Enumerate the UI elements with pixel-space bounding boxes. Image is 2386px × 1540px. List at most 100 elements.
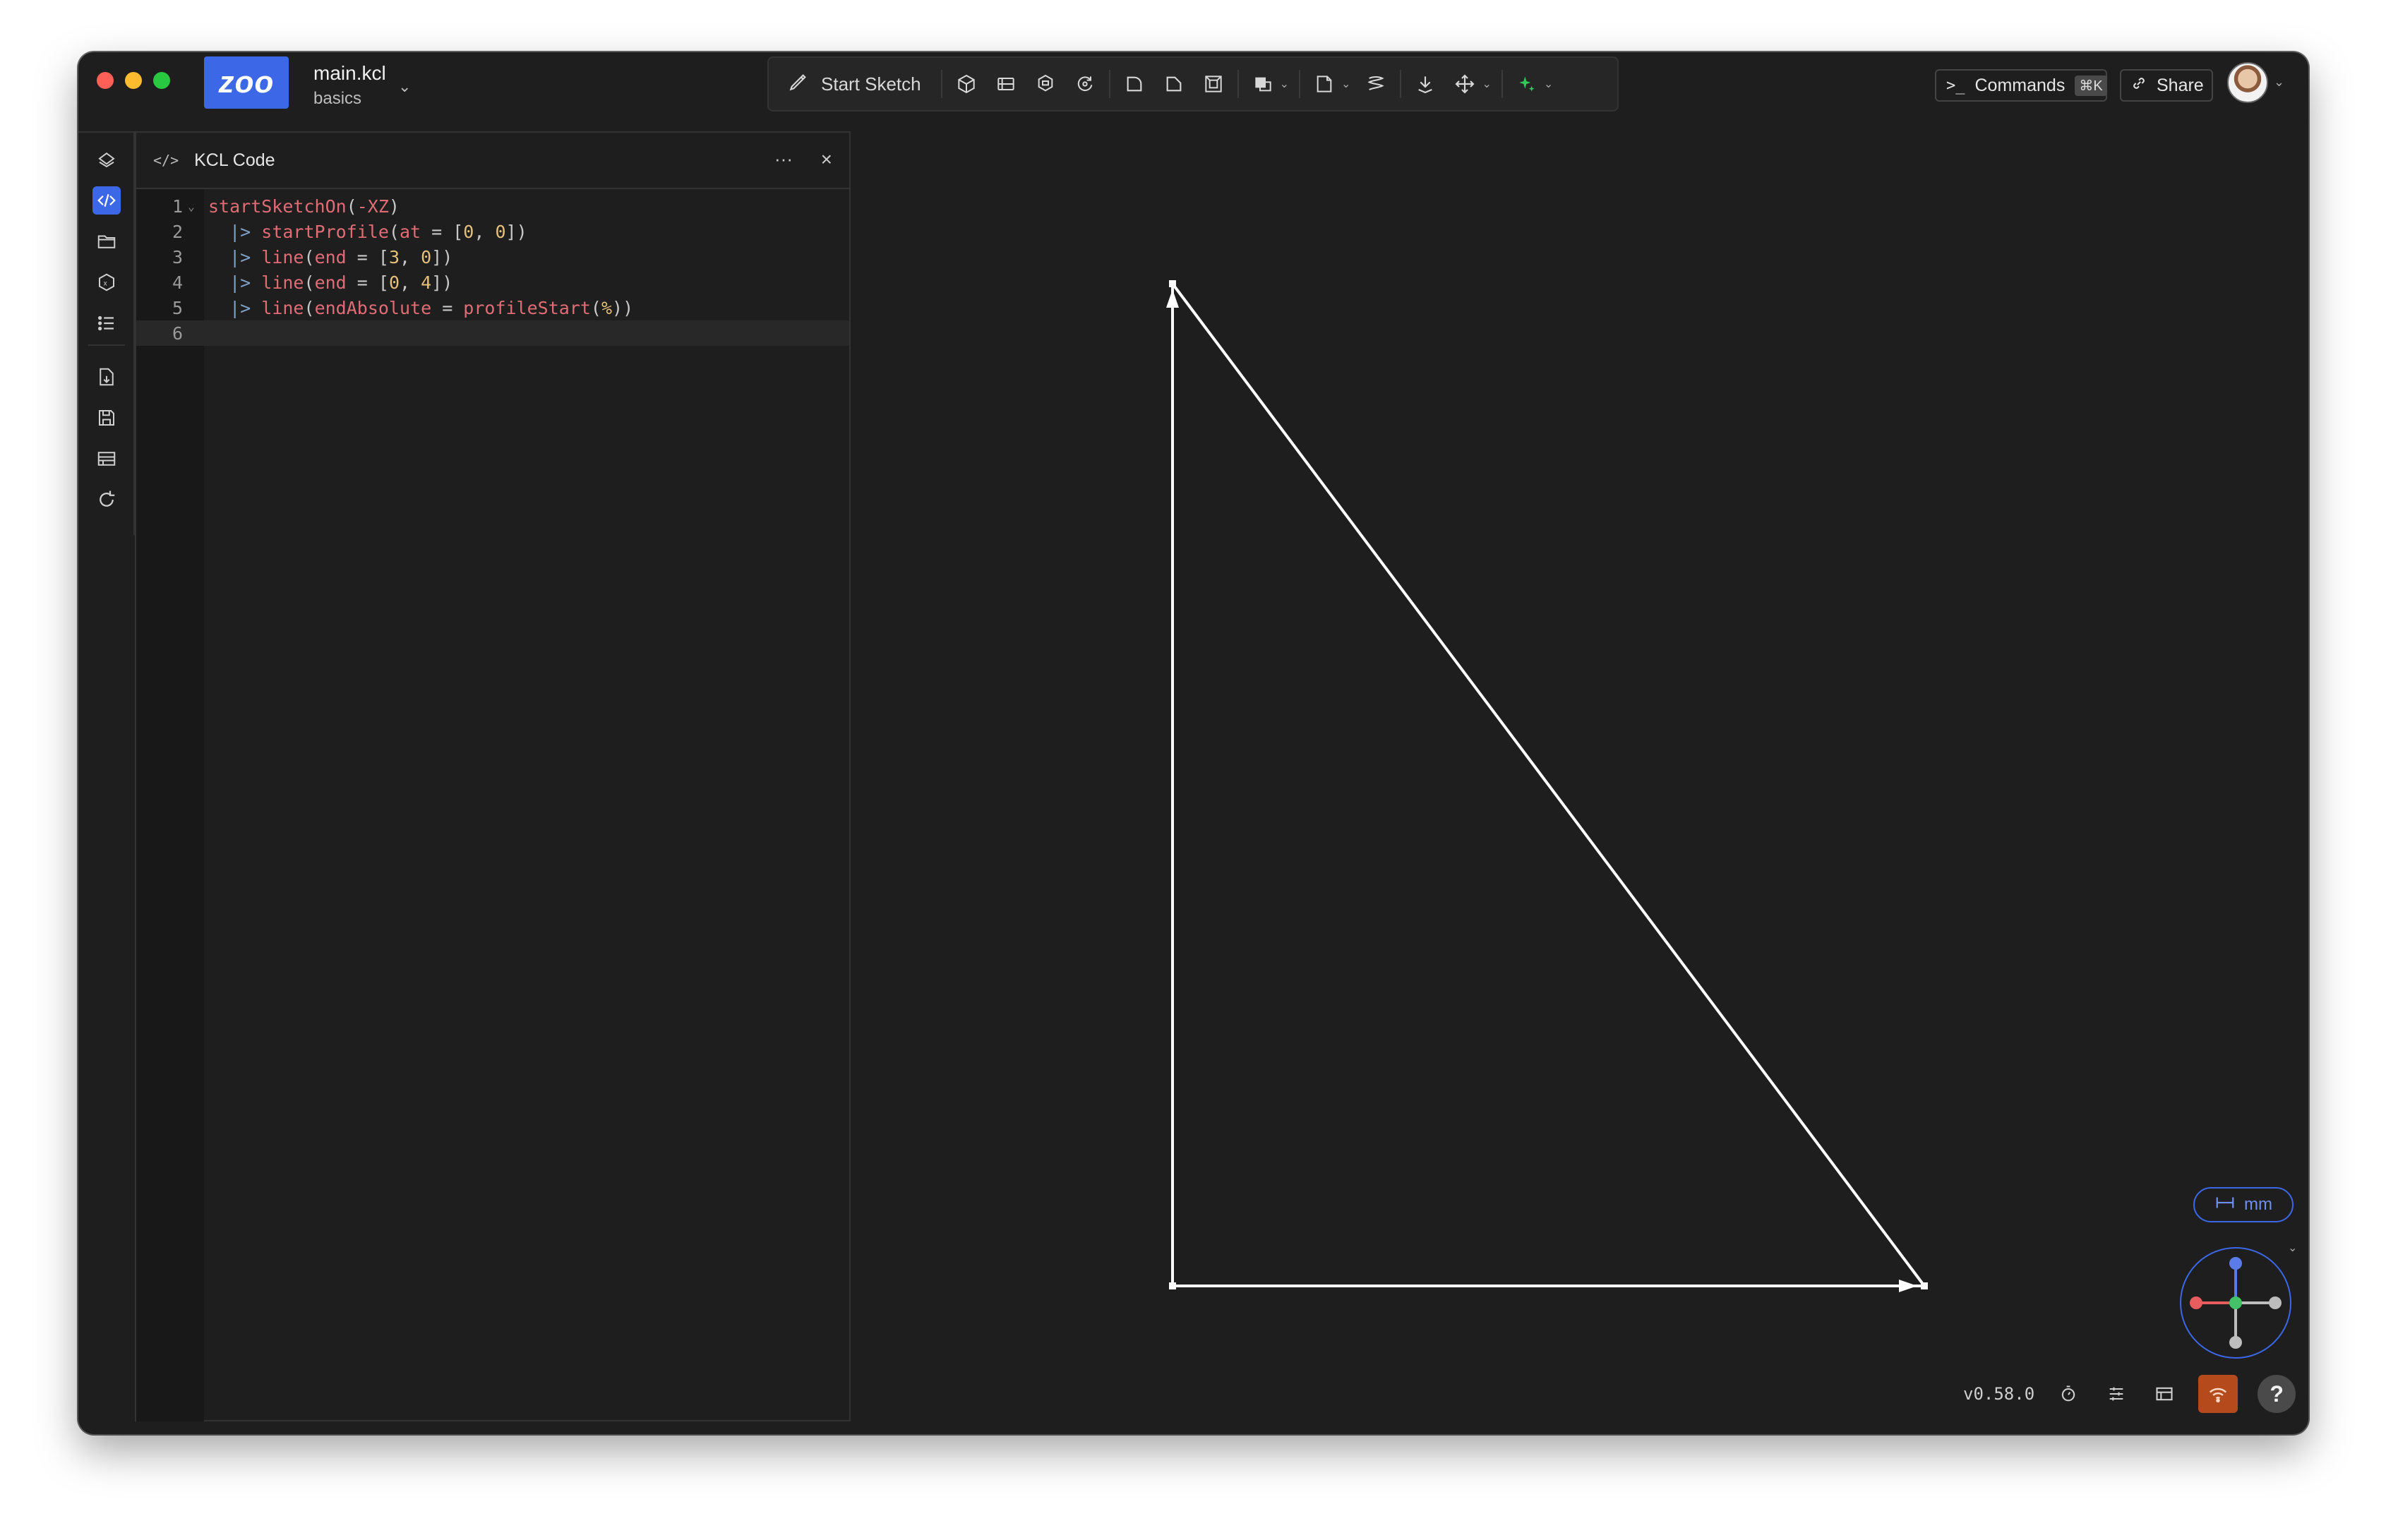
app-logo[interactable]: zoo	[204, 56, 289, 109]
plane-icon[interactable]	[1305, 64, 1344, 104]
close-panel-button[interactable]: ×	[821, 148, 832, 171]
text-to-cad-icon[interactable]	[1507, 64, 1547, 104]
boolean-icon[interactable]	[1243, 64, 1283, 104]
sketch-vertex-handle[interactable]	[1169, 280, 1176, 287]
manage-icon[interactable]	[92, 445, 121, 473]
chevron-down-icon[interactable]: ⌄	[398, 78, 411, 96]
sweep-icon[interactable]	[986, 64, 1026, 104]
chamfer-icon[interactable]	[1154, 64, 1194, 104]
line-gutter	[136, 189, 204, 1421]
layout-icon[interactable]	[2150, 1380, 2178, 1408]
code-icon[interactable]	[92, 186, 121, 215]
code-token: |>	[229, 297, 251, 318]
logs-icon[interactable]	[92, 309, 121, 337]
panel-title: KCL Code	[194, 150, 275, 170]
code-token: |>	[229, 246, 251, 267]
segment-direction-arrow	[1166, 289, 1179, 308]
terminal-icon: >_	[1946, 76, 1965, 95]
fold-chevron-icon[interactable]: ⌄	[183, 200, 200, 213]
gizmo-handle-neg-x[interactable]	[2269, 1297, 2282, 1309]
code-token: 0	[388, 272, 400, 293]
version-label: v0.58.0	[1963, 1384, 2035, 1404]
files-icon[interactable]	[92, 227, 121, 255]
line-number: 3	[172, 246, 183, 267]
refresh-icon[interactable]	[92, 486, 121, 514]
revolve-icon[interactable]	[1065, 64, 1105, 104]
line-number: 2	[172, 221, 183, 242]
toolbar-divider	[940, 70, 942, 98]
sketch-vertex-handle[interactable]	[1921, 1282, 1928, 1289]
chevron-down-icon[interactable]: ⌄	[1280, 77, 1289, 91]
commands-button[interactable]: >_ Commands ⌘K	[1935, 69, 2107, 102]
units-label: mm	[2244, 1195, 2272, 1214]
code-token: [	[378, 246, 389, 267]
code-line[interactable]: 4 |> line(end = [0, 4])	[136, 270, 849, 295]
code-line[interactable]: 5 |> line(endAbsolute = profileStart(%))	[136, 295, 849, 320]
code-line[interactable]: 1 ⌄ startSketchOn(-XZ)	[136, 193, 849, 219]
units-button[interactable]: mm	[2193, 1187, 2294, 1222]
sketch-canvas[interactable]	[851, 131, 2308, 1434]
code-token: line	[261, 272, 304, 293]
shell-icon[interactable]	[1194, 64, 1233, 104]
fillet-icon[interactable]	[1115, 64, 1154, 104]
code-token: [	[378, 272, 389, 293]
panel-header: </> KCL Code ··· ×	[136, 133, 849, 189]
maximize-window-button[interactable]	[153, 72, 170, 89]
close-window-button[interactable]	[97, 72, 114, 89]
chevron-down-icon[interactable]: ⌄	[2288, 1241, 2297, 1255]
chevron-down-icon[interactable]: ⌄	[1544, 77, 1553, 91]
code-token: ]	[505, 221, 517, 242]
feature-tree-icon[interactable]	[92, 145, 121, 174]
toolbar-divider	[1108, 70, 1110, 98]
code-token: ]	[431, 246, 443, 267]
code-token: endAbsolute	[314, 297, 432, 318]
orientation-gizmo[interactable]	[2178, 1245, 2294, 1361]
export-icon[interactable]	[92, 363, 121, 391]
network-health-button[interactable]	[2198, 1375, 2238, 1413]
gizmo-handle-neg-z[interactable]	[2229, 1336, 2242, 1349]
3d-viewport[interactable]	[851, 131, 2308, 1434]
code-token: end	[314, 272, 347, 293]
chevron-down-icon[interactable]: ⌄	[1341, 77, 1350, 91]
gizmo-handle-z[interactable]	[2229, 1257, 2242, 1270]
code-token: 0	[421, 246, 432, 267]
modeling-toolbar: Start Sketch ⌄ ⌄ ⌄ ⌄	[767, 56, 1619, 112]
code-token: [	[452, 221, 464, 242]
code-token: line	[261, 246, 304, 267]
loft-icon[interactable]	[1026, 64, 1065, 104]
code-editor[interactable]: 1 ⌄ startSketchOn(-XZ) 2 |> startProfile…	[136, 189, 849, 1421]
start-sketch-button[interactable]: Start Sketch	[783, 64, 937, 104]
variables-icon[interactable]: x	[92, 268, 121, 296]
toolbar-divider	[1237, 70, 1239, 98]
code-line[interactable]: 2 |> startProfile(at = [0, 0])	[136, 219, 849, 244]
helix-icon[interactable]	[1356, 64, 1396, 104]
code-line[interactable]: 3 |> line(end = [3, 0])	[136, 244, 849, 270]
help-button[interactable]: ?	[2258, 1375, 2296, 1413]
more-options-button[interactable]: ···	[774, 148, 793, 170]
file-name[interactable]: main.kcl	[313, 62, 386, 85]
code-token: line	[261, 297, 304, 318]
chevron-down-icon[interactable]: ⌄	[1482, 77, 1491, 91]
commands-shortcut: ⌘K	[2075, 75, 2107, 96]
user-avatar[interactable]	[2227, 62, 2268, 103]
line-number: 1	[172, 195, 183, 217]
code-token: 0	[463, 221, 474, 242]
line-number: 5	[172, 297, 183, 318]
minimize-window-button[interactable]	[125, 72, 142, 89]
chevron-down-icon[interactable]: ⌄	[2274, 75, 2284, 90]
sketch-segment-vertical[interactable]	[1171, 282, 1926, 1287]
settings-sliders-icon[interactable]	[2102, 1380, 2130, 1408]
timer-icon[interactable]	[2054, 1380, 2082, 1408]
code-token: startProfile	[261, 221, 389, 242]
extrude-icon[interactable]	[947, 64, 986, 104]
code-line-current[interactable]: 6	[136, 320, 849, 346]
transform-icon[interactable]	[1445, 64, 1485, 104]
gizmo-handle-x[interactable]	[2190, 1297, 2202, 1309]
share-button[interactable]: Share	[2120, 69, 2213, 102]
insert-icon[interactable]	[1405, 64, 1445, 104]
code-token: )	[442, 246, 453, 267]
sketch-vertex-handle[interactable]	[1169, 1282, 1176, 1289]
save-icon[interactable]	[92, 404, 121, 432]
gizmo-handle-y[interactable]	[2229, 1297, 2242, 1309]
code-token: =	[346, 246, 378, 267]
